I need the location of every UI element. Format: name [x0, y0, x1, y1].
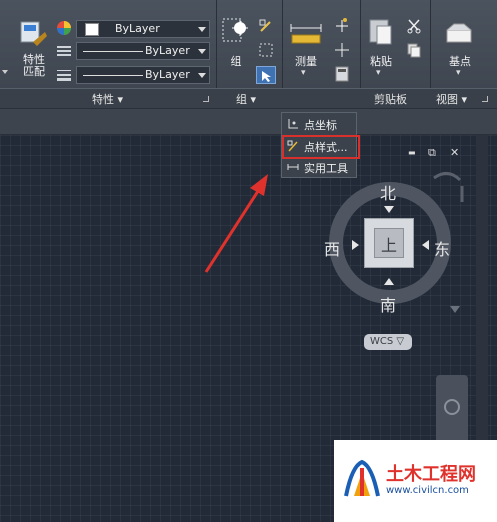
- viewcube-menu-icon[interactable]: [450, 306, 460, 313]
- properties-launcher-icon[interactable]: [203, 96, 209, 102]
- measure-arrow: ▾: [301, 68, 306, 78]
- paste-arrow: ▾: [376, 68, 381, 78]
- wcs-dropdown[interactable]: WCS ▽: [364, 334, 412, 350]
- viewcube-top-face[interactable]: 上: [374, 228, 404, 258]
- cursor-icon: [262, 71, 271, 82]
- chevron-down-icon: [198, 49, 206, 54]
- watermark-logo: [344, 459, 380, 497]
- navigation-bar[interactable]: [436, 375, 468, 445]
- wcs-label: WCS ▽: [370, 336, 405, 347]
- lineweight-value: ByLayer: [145, 68, 190, 81]
- match-properties-label: 特性 匹配: [23, 53, 45, 78]
- paste-label: 粘贴: [370, 55, 392, 68]
- popup-item-label: 点坐标: [304, 119, 337, 132]
- calculator-icon[interactable]: [335, 66, 349, 82]
- view-launcher-icon[interactable]: [482, 96, 488, 102]
- viewcube-face-label: 上: [381, 236, 398, 255]
- minimize-viewport-button[interactable]: ▬: [408, 148, 416, 157]
- steering-wheel-icon[interactable]: [444, 399, 460, 415]
- point-coordinates-icon: [288, 119, 298, 129]
- compass-east[interactable]: 东: [434, 236, 450, 260]
- watermark-url: www.civilcn.com: [386, 485, 469, 496]
- chevron-down-icon: [198, 27, 206, 32]
- arrow-right-icon[interactable]: [352, 240, 359, 250]
- arrow-up-icon[interactable]: [384, 278, 394, 285]
- popup-item-label: 实用工具: [304, 162, 348, 175]
- close-viewport-button[interactable]: ✕: [450, 146, 459, 159]
- crosshair-icon[interactable]: [334, 42, 350, 58]
- compass-north[interactable]: 北: [380, 180, 396, 204]
- group-select-toggle[interactable]: [256, 66, 276, 84]
- cut-icon[interactable]: [406, 18, 422, 34]
- popup-item-point-coordinates[interactable]: 点坐标: [284, 116, 354, 134]
- watermark: 土木工程网 www.civilcn.com: [334, 440, 497, 522]
- clipboard-panel-title[interactable]: 剪贴板: [374, 91, 407, 107]
- group-icon: [222, 18, 248, 42]
- compass-south[interactable]: 南: [380, 292, 396, 316]
- popup-item-utilities[interactable]: 实用工具: [284, 159, 354, 177]
- watermark-title: 土木工程网: [386, 464, 476, 485]
- group-label: 组: [230, 55, 242, 68]
- paste-button[interactable]: 粘贴 ▾: [364, 16, 398, 78]
- view-panel-title[interactable]: 视图 ▾: [436, 91, 467, 107]
- color-wheel-icon[interactable]: [56, 20, 72, 36]
- linetype-dropdown[interactable]: ByLayer: [76, 42, 210, 60]
- group-panel-title[interactable]: 组 ▾: [236, 91, 256, 107]
- color-value: ByLayer: [115, 22, 160, 35]
- chevron-down-icon: [198, 73, 206, 78]
- color-swatch: [85, 23, 99, 36]
- arrow-left-icon[interactable]: [422, 240, 429, 250]
- group-button[interactable]: 组: [220, 16, 252, 70]
- linetype-preview: [83, 51, 143, 52]
- highlight-box: [282, 135, 360, 159]
- lineweight-list-icon[interactable]: [56, 68, 72, 82]
- group-edit-icon[interactable]: [258, 18, 274, 34]
- paste-icon: [369, 19, 392, 45]
- arrow-down-icon[interactable]: [384, 206, 394, 213]
- color-dropdown[interactable]: ByLayer: [76, 20, 210, 38]
- copy-icon[interactable]: [406, 42, 422, 58]
- file-tab-strip: [0, 108, 497, 135]
- restore-viewport-button[interactable]: ⧉: [428, 146, 436, 160]
- linetype-value: ByLayer: [145, 44, 190, 57]
- match-properties-icon: [20, 21, 47, 46]
- measure-button[interactable]: 测量 ▾: [286, 16, 326, 78]
- match-properties-button[interactable]: 特性 匹配: [14, 18, 54, 84]
- utilities-icon: [287, 164, 299, 170]
- base-point-arrow: ▾: [456, 68, 461, 78]
- lineweight-preview: [83, 75, 143, 76]
- ungroup-icon[interactable]: [258, 42, 274, 58]
- annotation-arrow: [204, 174, 268, 273]
- ribbon-left-arrow[interactable]: [2, 70, 8, 74]
- measure-ruler-icon: [290, 24, 322, 44]
- viewcube[interactable]: 上: [364, 218, 414, 268]
- base-point-label: 基点: [449, 55, 471, 68]
- compass-west[interactable]: 西: [324, 236, 340, 260]
- measure-label: 测量: [295, 55, 317, 68]
- lineweight-dropdown[interactable]: ByLayer: [76, 66, 210, 84]
- base-point-button[interactable]: 基点 ▾: [440, 18, 480, 78]
- base-point-icon: [446, 23, 472, 43]
- point-style-icon[interactable]: [334, 16, 350, 34]
- properties-panel-title[interactable]: 特性 ▾: [92, 91, 123, 107]
- linetype-list-icon[interactable]: [56, 44, 72, 58]
